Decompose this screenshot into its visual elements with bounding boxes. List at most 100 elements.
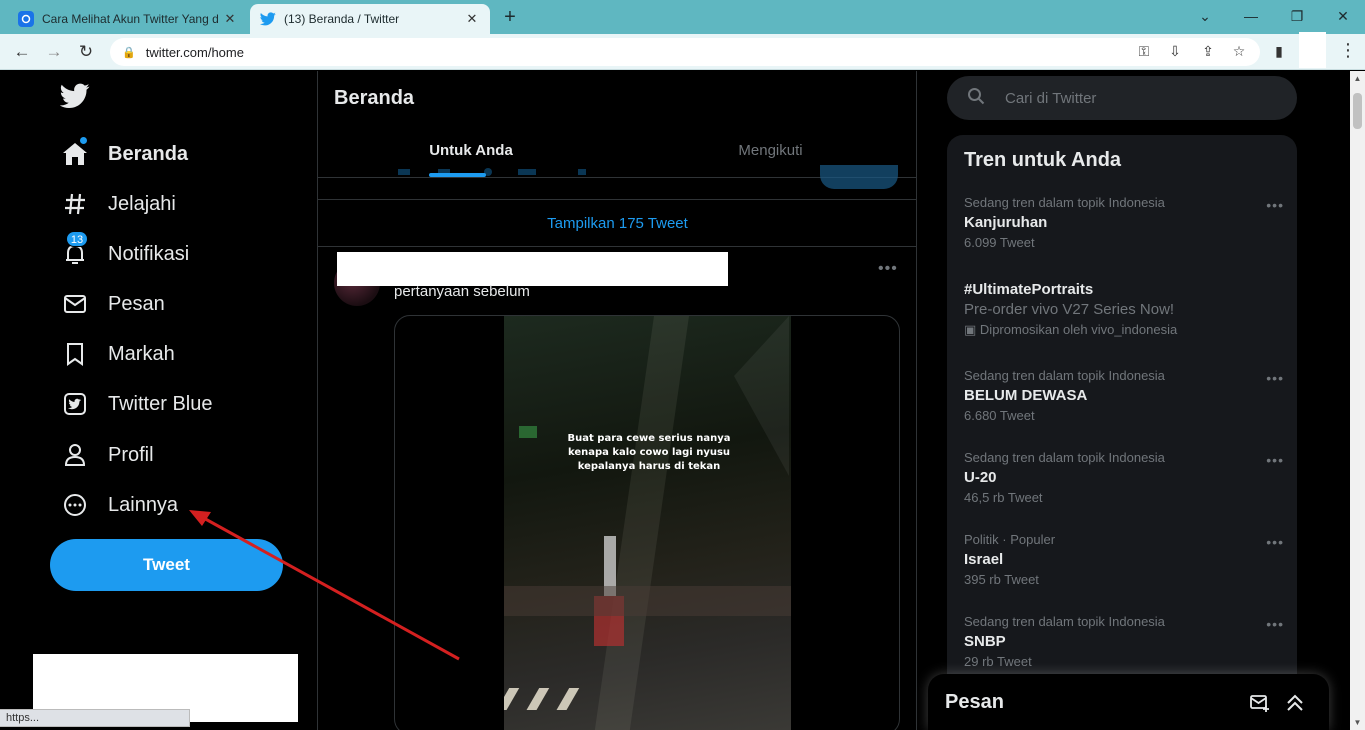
tweet-article[interactable]: ••• pertanyaan sebelum Buat para cewe se…	[318, 248, 916, 730]
trend-topic: Kanjuruhan	[964, 214, 1048, 231]
browser-tab-article[interactable]: Cara Melihat Akun Twitter Yang d ✕	[8, 4, 248, 34]
promoted-label: Dipromosikan oleh vivo_indonesia	[979, 322, 1178, 337]
trend-context: Politik · Populer	[964, 532, 1056, 547]
composer-tweet-button-ghost	[820, 165, 898, 189]
trend-more-icon[interactable]: •••	[1266, 370, 1284, 386]
new-message-icon[interactable]	[1249, 692, 1271, 714]
tab-search-chevron-icon[interactable]: ⌄	[1190, 5, 1220, 27]
trend-more-icon[interactable]: •••	[1266, 534, 1284, 550]
nav-label: Beranda	[108, 142, 189, 165]
bell-icon: 13	[58, 231, 92, 271]
page-scrollbar[interactable]: ▲ ▼	[1350, 71, 1365, 730]
scrollbar-thumb[interactable]	[1353, 93, 1362, 129]
trend-topic: Israel	[964, 551, 1004, 568]
trend-item[interactable]: Politik · Populer Israel 395 rb Tweet ••…	[964, 532, 1284, 587]
close-tab-icon[interactable]: ✕	[464, 11, 480, 27]
trend-context: Sedang tren dalam topik Indonesia	[964, 368, 1165, 383]
scroll-up-arrow-icon[interactable]: ▲	[1350, 71, 1365, 86]
more-circle-icon	[58, 488, 92, 522]
minimize-icon[interactable]: —	[1236, 5, 1266, 27]
trend-item[interactable]: Sedang tren dalam topik Indonesia BELUM …	[964, 368, 1284, 423]
video-caption-text: Buat para cewe serius nanya kenapa kalo …	[567, 433, 731, 472]
page-title: Beranda	[334, 87, 415, 109]
browser-tab-strip: Cara Melihat Akun Twitter Yang d ✕ (13) …	[0, 0, 1365, 34]
key-icon[interactable]: ⚿	[1133, 40, 1155, 62]
home-timeline: Beranda Untuk Anda Mengikuti Tampilkan 1…	[318, 71, 917, 730]
side-panel-icon[interactable]: ▮	[1268, 40, 1290, 62]
forward-arrow-icon[interactable]: →	[42, 40, 66, 64]
trends-panel: Tren untuk Anda Sedang tren dalam topik …	[947, 135, 1297, 730]
browser-menu-icon[interactable]: ⋮	[1338, 40, 1358, 64]
address-url: twitter.com/home	[145, 44, 244, 60]
nav-item-profil[interactable]: Profil	[58, 433, 154, 477]
close-window-icon[interactable]: ✕	[1328, 5, 1358, 27]
nav-item-markah[interactable]: Markah	[58, 332, 175, 376]
site-favicon-icon	[18, 11, 34, 27]
tab-label: Untuk Anda	[429, 142, 513, 159]
messages-drawer-title: Pesan	[945, 691, 1004, 713]
trend-item[interactable]: Sedang tren dalam topik Indonesia U-20 4…	[964, 450, 1284, 505]
trend-more-icon[interactable]: •••	[1266, 197, 1284, 213]
more-options-icon[interactable]: •••	[878, 260, 898, 278]
tweet-video[interactable]: Buat para cewe serius nanya kenapa kalo …	[504, 316, 791, 730]
twitter-favicon-icon	[260, 11, 276, 27]
search-icon	[967, 87, 987, 109]
trend-context: Sedang tren dalam topik Indonesia	[964, 614, 1165, 629]
trend-count: 6.099 Tweet	[964, 235, 1035, 250]
reload-icon[interactable]: ↻	[74, 40, 98, 64]
search-input[interactable]: Cari di Twitter	[947, 76, 1297, 120]
nav-item-twitter-blue[interactable]: Twitter Blue	[58, 382, 212, 426]
close-tab-icon[interactable]: ✕	[222, 11, 238, 27]
browser-toolbar: ← → ↻ 🔒 twitter.com/home ⚿ ⇩ ⇪ ☆ ▮	[0, 34, 1365, 70]
nav-item-lainnya[interactable]: Lainnya	[58, 483, 178, 527]
nav-item-jelajahi[interactable]: Jelajahi	[58, 182, 176, 226]
nav-item-notifikasi[interactable]: 13 Notifikasi	[58, 231, 190, 276]
restore-icon[interactable]: ❐	[1282, 5, 1312, 27]
scroll-down-arrow-icon[interactable]: ▼	[1350, 715, 1365, 730]
nav-label: Profil	[108, 443, 154, 466]
nav-label: Notifikasi	[108, 242, 190, 265]
nav-item-pesan[interactable]: Pesan	[58, 282, 165, 326]
notification-badge: 13	[66, 231, 88, 247]
tab-title: (13) Beranda / Twitter	[284, 12, 400, 26]
share-icon[interactable]: ⇪	[1197, 40, 1219, 62]
back-arrow-icon[interactable]: ←	[10, 40, 34, 64]
status-bar-url: https...	[0, 709, 190, 727]
trend-item[interactable]: Sedang tren dalam topik Indonesia SNBP 2…	[964, 614, 1284, 669]
trend-more-icon[interactable]: •••	[1266, 616, 1284, 632]
trend-count: 29 rb Tweet	[964, 654, 1032, 669]
show-new-tweets-link[interactable]: Tampilkan 175 Tweet	[318, 199, 916, 247]
mail-icon	[58, 287, 92, 321]
trends-title: Tren untuk Anda	[964, 149, 1122, 171]
trend-count: 6.680 Tweet	[964, 408, 1035, 423]
nav-label: Twitter Blue	[108, 392, 213, 415]
right-sidebar: Cari di Twitter Tren untuk Anda Sedang t…	[917, 71, 1350, 730]
tweet-button[interactable]: Tweet	[50, 539, 283, 591]
video-frame-scene	[504, 316, 791, 730]
promoted-icon: ▣	[964, 322, 977, 337]
tab-title: Cara Melihat Akun Twitter Yang d	[42, 12, 219, 26]
person-icon	[58, 438, 92, 472]
trend-item[interactable]: Sedang tren dalam topik Indonesia Kanjur…	[964, 195, 1284, 250]
address-bar[interactable]: 🔒 twitter.com/home	[110, 38, 1260, 66]
tweet-text: pertanyaan sebelum	[394, 283, 530, 300]
nav-item-beranda[interactable]: Beranda	[58, 132, 188, 176]
tweet-video-container[interactable]: Buat para cewe serius nanya kenapa kalo …	[394, 315, 900, 730]
trend-count: 46,5 rb Tweet	[964, 490, 1043, 505]
home-icon	[58, 137, 92, 171]
messages-drawer[interactable]: Pesan	[928, 674, 1329, 730]
composer-toolbar-ghost-icons	[398, 168, 586, 176]
trend-item-promoted[interactable]: #UltimatePortraits Pre-order vivo V27 Se…	[964, 281, 1284, 338]
redacted-author-name	[337, 252, 728, 286]
browser-tab-twitter[interactable]: (13) Beranda / Twitter ✕	[250, 4, 490, 34]
trend-topic: SNBP	[964, 633, 1006, 650]
trend-more-icon[interactable]: •••	[1266, 452, 1284, 468]
expand-drawer-chevron-icon[interactable]	[1284, 692, 1306, 714]
trend-subtitle: Pre-order vivo V27 Series Now!	[964, 301, 1175, 318]
trend-topic: #UltimatePortraits	[964, 281, 1094, 298]
bookmark-star-icon[interactable]: ☆	[1228, 40, 1250, 62]
trend-topic: BELUM DEWASA	[964, 387, 1088, 404]
new-tab-plus-icon[interactable]: +	[498, 6, 522, 30]
install-app-icon[interactable]: ⇩	[1164, 40, 1186, 62]
twitter-logo-icon[interactable]	[59, 83, 92, 115]
